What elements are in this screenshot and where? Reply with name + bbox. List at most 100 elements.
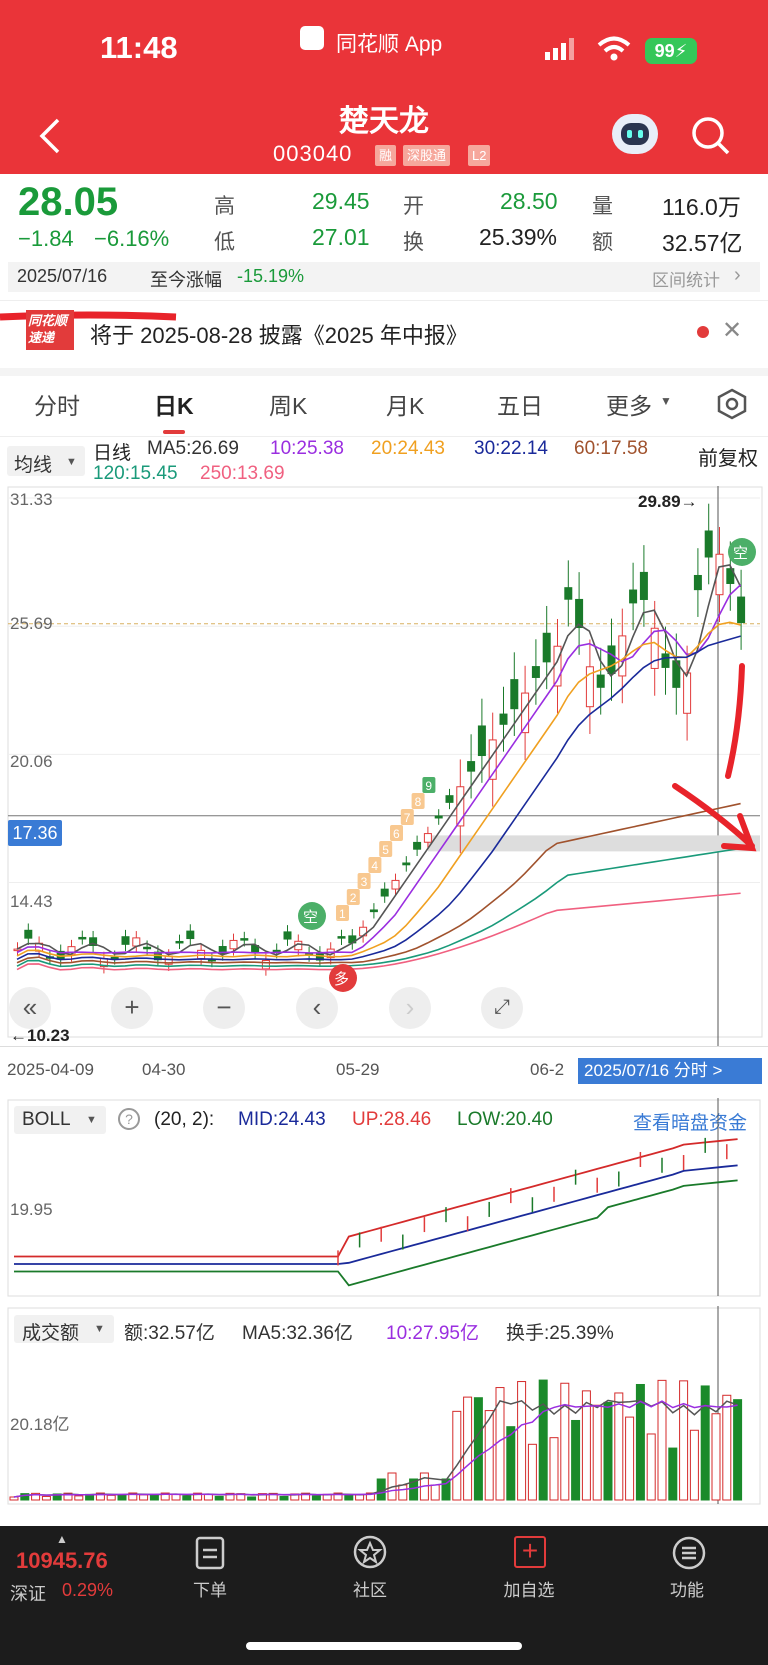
candle	[531, 666, 540, 678]
volume-bar	[506, 1426, 516, 1501]
low-value: 27.01	[312, 224, 370, 250]
adjust-mode[interactable]: 前复权	[698, 442, 758, 471]
interval-stats-link[interactable]: 区间统计	[652, 266, 720, 291]
candle	[423, 833, 432, 843]
tab-more[interactable]: 更多	[606, 387, 652, 421]
volume-bar	[560, 1382, 570, 1501]
active-tab-indicator	[163, 430, 185, 434]
robot-assistant-icon[interactable]	[612, 114, 658, 154]
candle	[499, 713, 508, 725]
pan-right-icon[interactable]: ›	[389, 987, 431, 1029]
ma-line	[16, 621, 741, 958]
x-axis-label: 06-2	[530, 1060, 565, 1079]
caret-up-icon: ▲	[56, 1532, 68, 1546]
fullscreen-icon[interactable]: ⤢	[481, 987, 523, 1029]
current-line-label: 17.36	[8, 820, 62, 846]
tab-daily-k[interactable]: 日K	[154, 387, 194, 421]
candle	[240, 938, 249, 941]
menu-icon[interactable]	[672, 1536, 706, 1575]
zoom-in-icon[interactable]: +	[111, 987, 153, 1029]
ma30-label: 30:22.14	[474, 438, 548, 459]
volume-bar	[214, 1495, 224, 1501]
index-name: 深证	[10, 1584, 46, 1604]
price-change: −1.84	[18, 226, 74, 251]
ma-line	[16, 635, 741, 961]
battery-icon: 99⚡	[645, 38, 697, 64]
price-change-pct: −6.16%	[94, 226, 170, 251]
tag-level2: L2	[468, 145, 491, 166]
volume-bar	[74, 1495, 84, 1501]
community-icon[interactable]	[352, 1534, 388, 1575]
boll-line	[14, 1179, 738, 1287]
notice-text[interactable]: 将于 2025-08-28 披露《2025 年中报》	[90, 318, 468, 350]
nav-community[interactable]: 社区	[325, 1576, 415, 1601]
order-icon[interactable]	[195, 1536, 225, 1575]
volume-bar	[549, 1437, 559, 1501]
tab-five-day[interactable]: 五日	[497, 387, 543, 421]
section-gap	[0, 368, 768, 376]
candle	[175, 940, 184, 944]
td-counter-label: 3	[361, 875, 368, 889]
ma5-label: MA5:26.69	[147, 438, 239, 459]
turnover-value: 25.39%	[479, 224, 558, 250]
signal-icon	[545, 38, 579, 65]
candle	[24, 929, 33, 939]
volume-bar	[711, 1413, 721, 1501]
turnover-label: 换	[403, 231, 424, 254]
tag-connect: 深股通	[403, 145, 451, 166]
volume-bar	[473, 1397, 483, 1501]
amount-label: 额	[592, 231, 613, 254]
support-band	[428, 835, 760, 852]
zoom-out-icon[interactable]: −	[203, 987, 245, 1029]
kline-chart[interactable]: 空空多123456789	[0, 486, 768, 1056]
td-counter-label: 1	[339, 907, 346, 921]
candle	[186, 930, 195, 940]
nav-functions[interactable]: 功能	[642, 1576, 732, 1601]
nav-add-watchlist[interactable]: 加自选	[484, 1576, 574, 1601]
signal-more-text: 多	[334, 971, 349, 988]
candle	[607, 645, 616, 675]
last-price: 28.05	[18, 180, 119, 224]
volume-bar	[592, 1404, 602, 1501]
tab-monthly-k[interactable]: 月K	[386, 387, 424, 421]
volume-bar	[679, 1380, 689, 1501]
caret-down-icon: ▼	[660, 394, 672, 408]
candle	[132, 937, 141, 947]
candle	[337, 936, 346, 939]
tab-timeshare[interactable]: 分时	[34, 387, 80, 421]
candle	[564, 587, 573, 600]
high-value: 29.45	[312, 188, 370, 214]
rewind-icon[interactable]: «	[9, 987, 51, 1029]
volume-bar	[279, 1495, 289, 1501]
x-axis-label: 2025-04-09	[7, 1060, 94, 1079]
volume-bar	[247, 1496, 257, 1501]
pan-left-icon[interactable]: ‹	[296, 987, 338, 1029]
app-name: 同花顺 App	[336, 33, 443, 56]
candle	[121, 936, 130, 945]
settings-hex-icon[interactable]	[716, 388, 748, 425]
candle	[467, 761, 476, 772]
close-icon[interactable]: ✕	[722, 316, 742, 345]
cursor-date-label[interactable]: 2025/07/16 分时 >	[578, 1058, 762, 1084]
boll-chart	[7, 1098, 761, 1297]
index-value[interactable]: 10945.76	[16, 1548, 108, 1574]
ma10-label: 10:25.38	[270, 438, 344, 459]
add-watchlist-icon[interactable]: +	[514, 1536, 546, 1568]
interval-strip[interactable]	[8, 262, 760, 292]
ma-mode-label: 均线	[14, 455, 53, 476]
volume-label: 量	[592, 195, 613, 218]
nav-order[interactable]: 下单	[165, 1576, 255, 1601]
min-price-label: ←10.23	[10, 1026, 70, 1045]
status-time: 11:48	[100, 30, 178, 65]
boll-line	[14, 1138, 738, 1258]
candle	[391, 879, 400, 890]
volume-value: 116.0万	[662, 194, 741, 220]
candle	[704, 530, 713, 558]
y-tick-label: 31.33	[10, 490, 53, 509]
candle	[445, 795, 454, 803]
tab-weekly-k[interactable]: 周K	[269, 387, 307, 421]
battery-level: 99	[654, 41, 675, 61]
y-tick-label: 25.69	[10, 614, 53, 633]
search-icon[interactable]	[691, 116, 731, 161]
ma120-label: 120:15.45	[93, 463, 178, 484]
